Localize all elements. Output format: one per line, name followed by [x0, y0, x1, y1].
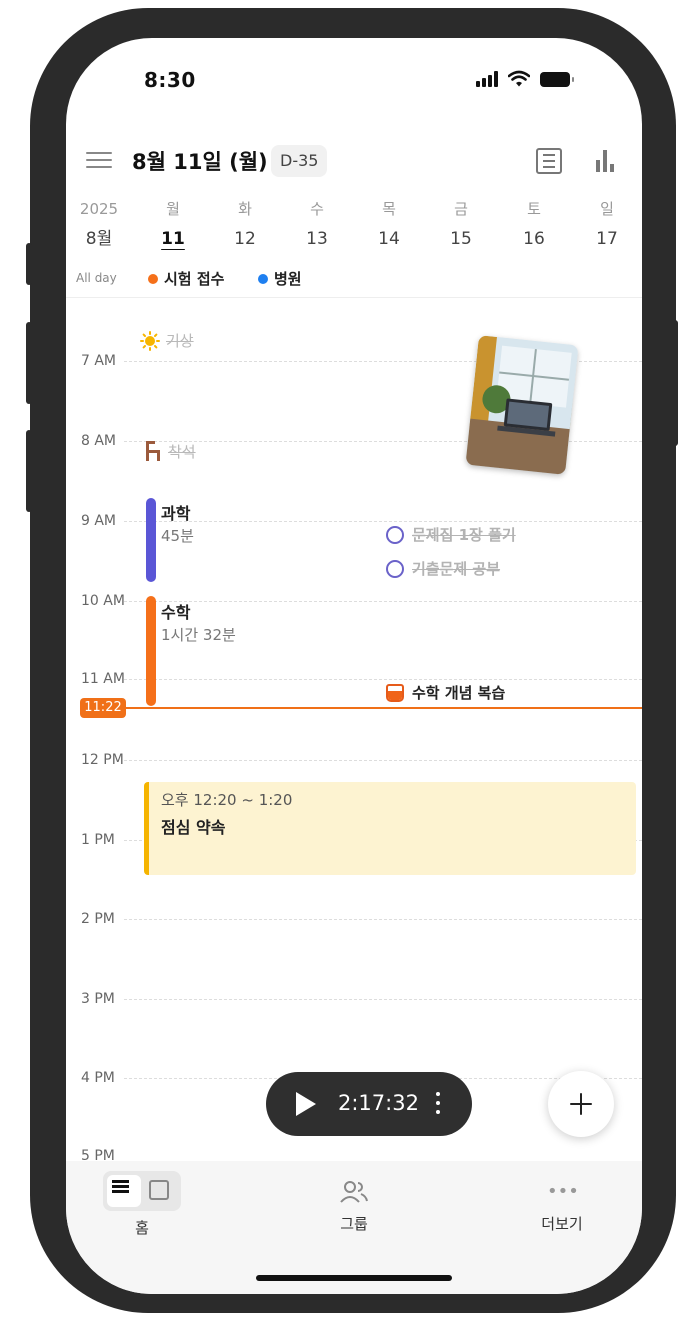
- event-math-duration: 1시간 32분: [161, 626, 236, 644]
- tab-label: 그룹: [340, 1215, 368, 1233]
- tab-more[interactable]: ••• 더보기: [522, 1161, 602, 1234]
- hour-label: 10 AM: [81, 593, 125, 609]
- hour-label: 3 PM: [81, 991, 115, 1007]
- hour-label: 1 PM: [81, 832, 115, 848]
- hour-gridline: [124, 521, 642, 522]
- event-science-title[interactable]: 과학: [161, 500, 190, 524]
- list-view-icon[interactable]: [112, 1180, 129, 1194]
- progress-jar-icon: [386, 683, 404, 702]
- task-checkbox[interactable]: [386, 525, 404, 544]
- hour-label: 2 PM: [81, 911, 115, 927]
- play-icon[interactable]: [296, 1092, 316, 1116]
- task-title: 수학 개념 복습: [412, 684, 506, 702]
- routine-title: 기상: [166, 332, 194, 350]
- sun-icon: [140, 330, 160, 351]
- desk-photo-image: [465, 335, 579, 475]
- home-indicator[interactable]: [256, 1275, 452, 1281]
- tab-home[interactable]: 홈: [96, 1161, 188, 1238]
- routine-seat[interactable]: 착석: [144, 440, 196, 462]
- more-horizontal-icon: •••: [547, 1181, 579, 1202]
- task-title: 기출문제 공부: [412, 560, 501, 578]
- add-button[interactable]: [548, 1071, 614, 1137]
- side-button-volume-up: [26, 322, 32, 404]
- event-science-bar[interactable]: [146, 498, 156, 582]
- group-icon: [339, 1177, 369, 1207]
- hour-gridline: [124, 679, 642, 680]
- side-button-action: [26, 243, 32, 285]
- event-math-bar[interactable]: [146, 596, 156, 706]
- tab-label: 홈: [135, 1219, 149, 1237]
- hour-label: 8 AM: [81, 433, 117, 449]
- timer-value: 2:17:32: [338, 1091, 419, 1115]
- calendar-icon[interactable]: [149, 1180, 169, 1200]
- routine-title: 착석: [168, 442, 196, 461]
- photo-sticker[interactable]: [465, 335, 579, 475]
- phone-screen: 8:30 8월 11일 (월) D-35 2025 8월 월 11 화 12 수…: [66, 38, 642, 1294]
- current-time-badge: 11:22: [80, 698, 126, 718]
- hour-label: 7 AM: [81, 353, 117, 369]
- routine-wake[interactable]: 기상: [140, 330, 194, 351]
- current-time-line: [124, 707, 642, 709]
- view-toggle[interactable]: [103, 1171, 181, 1211]
- tab-group[interactable]: 그룹: [314, 1161, 394, 1234]
- hour-gridline: [124, 760, 642, 761]
- event-science-duration: 45분: [161, 527, 194, 545]
- event-math-title[interactable]: 수학: [161, 599, 190, 623]
- hour-label: 9 AM: [81, 513, 117, 529]
- task-checkbox[interactable]: [386, 559, 404, 578]
- task-workbook[interactable]: 문제집 1장 풀기: [386, 524, 516, 545]
- timer-pill[interactable]: 2:17:32: [266, 1072, 472, 1136]
- chair-icon: [146, 441, 160, 461]
- event-time: 오후 12:20 ~ 1:20: [161, 791, 293, 809]
- hour-gridline: [124, 601, 642, 602]
- side-button-volume-down: [26, 430, 32, 512]
- task-math-review[interactable]: 수학 개념 복습: [386, 682, 505, 703]
- hour-label: 12 PM: [81, 752, 124, 768]
- event-lunch[interactable]: 오후 12:20 ~ 1:20 점심 약속: [144, 782, 636, 875]
- task-past-exam[interactable]: 기출문제 공부: [386, 558, 500, 579]
- hour-gridline: [124, 919, 642, 920]
- side-button-power: [672, 320, 678, 446]
- hour-label: 4 PM: [81, 1070, 115, 1086]
- task-title: 문제집 1장 풀기: [412, 526, 516, 544]
- hour-gridline: [124, 999, 642, 1000]
- more-vertical-icon[interactable]: [436, 1092, 441, 1116]
- tab-label: 더보기: [541, 1215, 583, 1233]
- hour-label: 11 AM: [81, 671, 125, 687]
- event-title: 점심 약속: [161, 818, 226, 837]
